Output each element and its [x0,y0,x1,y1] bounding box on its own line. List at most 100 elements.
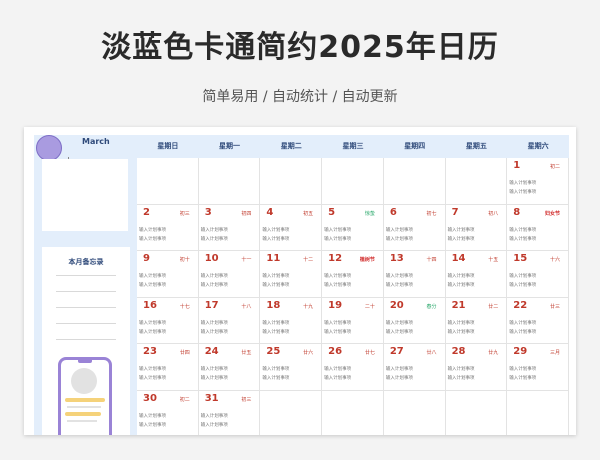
plan-entry[interactable]: 输入计划事项 [386,282,413,288]
plan-entry[interactable]: 输入计划事项 [139,413,166,419]
plan-entry[interactable]: 输入计划事项 [139,236,166,242]
day-cell[interactable]: 18 十九 输入计划事项 输入计划事项 [260,297,323,344]
plan-entry[interactable]: 输入计划事项 [324,273,351,279]
plan-entry[interactable]: 输入计划事项 [324,320,351,326]
plan-entry[interactable]: 输入计划事项 [139,227,166,233]
day-cell[interactable]: 14 十五 输入计划事项 输入计划事项 [445,251,508,298]
plan-entry[interactable]: 输入计划事项 [262,236,289,242]
plan-entry[interactable]: 输入计划事项 [262,320,289,326]
plan-entry[interactable]: 输入计划事项 [386,227,413,233]
plan-entry[interactable]: 输入计划事项 [509,282,536,288]
day-cell[interactable] [198,158,261,205]
plan-entry[interactable]: 输入计划事项 [324,227,351,233]
day-cell[interactable]: 13 十四 输入计划事项 输入计划事项 [383,251,446,298]
day-cell[interactable]: 11 十二 输入计划事项 输入计划事项 [260,251,323,298]
plan-entry[interactable]: 输入计划事项 [386,329,413,335]
plan-entry[interactable]: 输入计划事项 [448,375,475,381]
plan-entry[interactable]: 输入计划事项 [448,282,475,288]
day-cell[interactable] [322,158,384,205]
plan-entry[interactable]: 输入计划事项 [509,180,536,186]
plan-entry[interactable]: 输入计划事项 [509,236,536,242]
plan-entry[interactable]: 输入计划事项 [448,227,475,233]
day-cell[interactable]: 25 廿六 输入计划事项 输入计划事项 [260,344,323,391]
plan-entry[interactable]: 输入计划事项 [262,375,289,381]
plan-entry[interactable]: 输入计划事项 [139,366,166,372]
day-cell[interactable]: 31 初三 输入计划事项 输入计划事项 [198,390,261,435]
plan-entry[interactable]: 输入计划事项 [509,329,536,335]
plan-entry[interactable]: 输入计划事项 [201,366,228,372]
day-cell[interactable]: 12 植树节 输入计划事项 输入计划事项 [322,251,384,298]
plan-entry[interactable]: 输入计划事项 [448,366,475,372]
plan-entry[interactable]: 输入计划事项 [262,366,289,372]
day-cell[interactable]: 10 十一 输入计划事项 输入计划事项 [198,251,261,298]
day-cell[interactable] [260,390,323,435]
plan-entry[interactable]: 输入计划事项 [201,282,228,288]
day-cell[interactable] [322,390,384,435]
plan-entry[interactable]: 输入计划事项 [201,273,228,279]
day-cell[interactable]: 27 廿八 输入计划事项 输入计划事项 [383,344,446,391]
day-cell[interactable]: 17 十八 输入计划事项 输入计划事项 [198,297,261,344]
day-cell[interactable]: 3 初四 输入计划事项 输入计划事项 [198,204,261,251]
plan-entry[interactable]: 输入计划事项 [139,422,166,428]
day-cell[interactable]: 19 二十 输入计划事项 输入计划事项 [322,297,384,344]
day-cell[interactable]: 15 十六 输入计划事项 输入计划事项 [507,251,569,298]
plan-entry[interactable]: 输入计划事项 [262,282,289,288]
plan-entry[interactable]: 输入计划事项 [509,366,536,372]
day-cell[interactable] [507,390,569,435]
day-cell[interactable]: 24 廿五 输入计划事项 输入计划事项 [198,344,261,391]
plan-entry[interactable]: 输入计划事项 [509,273,536,279]
day-cell[interactable] [260,158,323,205]
day-cell[interactable]: 21 廿二 输入计划事项 输入计划事项 [445,297,508,344]
plan-entry[interactable]: 输入计划事项 [201,320,228,326]
day-cell[interactable]: 1 初二 输入计划事项 输入计划事项 [507,158,569,205]
day-cell[interactable] [383,158,446,205]
plan-entry[interactable]: 输入计划事项 [386,236,413,242]
day-cell[interactable]: 23 廿四 输入计划事项 输入计划事项 [137,344,199,391]
day-cell[interactable] [137,158,199,205]
plan-entry[interactable]: 输入计划事项 [262,227,289,233]
plan-entry[interactable]: 输入计划事项 [324,236,351,242]
plan-entry[interactable]: 输入计划事项 [201,329,228,335]
plan-entry[interactable]: 输入计划事项 [448,329,475,335]
day-cell[interactable]: 16 十七 输入计划事项 输入计划事项 [137,297,199,344]
plan-entry[interactable]: 输入计划事项 [509,189,536,195]
plan-entry[interactable]: 输入计划事项 [509,320,536,326]
day-cell[interactable] [383,390,446,435]
plan-entry[interactable]: 输入计划事项 [386,320,413,326]
plan-entry[interactable]: 输入计划事项 [448,236,475,242]
plan-entry[interactable]: 输入计划事项 [324,282,351,288]
plan-entry[interactable]: 输入计划事项 [139,320,166,326]
plan-entry[interactable]: 输入计划事项 [386,375,413,381]
day-cell[interactable]: 22 廿三 输入计划事项 输入计划事项 [507,297,569,344]
plan-entry[interactable]: 输入计划事项 [201,413,228,419]
plan-entry[interactable]: 输入计划事项 [201,422,228,428]
plan-entry[interactable]: 输入计划事项 [262,329,289,335]
plan-entry[interactable]: 输入计划事项 [139,375,166,381]
day-cell[interactable]: 2 初三 输入计划事项 输入计划事项 [137,204,199,251]
day-cell[interactable]: 6 初七 输入计划事项 输入计划事项 [383,204,446,251]
day-cell[interactable]: 20 春分 输入计划事项 输入计划事项 [383,297,446,344]
plan-entry[interactable]: 输入计划事项 [509,375,536,381]
plan-entry[interactable]: 输入计划事项 [262,273,289,279]
plan-entry[interactable]: 输入计划事项 [139,282,166,288]
day-cell[interactable]: 7 初八 输入计划事项 输入计划事项 [445,204,508,251]
day-cell[interactable]: 4 初五 输入计划事项 输入计划事项 [260,204,323,251]
plan-entry[interactable]: 输入计划事项 [509,227,536,233]
plan-entry[interactable]: 输入计划事项 [201,236,228,242]
plan-entry[interactable]: 输入计划事项 [324,329,351,335]
plan-entry[interactable]: 输入计划事项 [201,227,228,233]
plan-entry[interactable]: 输入计划事项 [324,366,351,372]
day-cell[interactable]: 8 妇女节 输入计划事项 输入计划事项 [507,204,569,251]
day-cell[interactable]: 26 廿七 输入计划事项 输入计划事项 [322,344,384,391]
day-cell[interactable] [445,390,508,435]
day-cell[interactable]: 30 初二 输入计划事项 输入计划事项 [137,390,199,435]
plan-entry[interactable]: 输入计划事项 [448,273,475,279]
day-cell[interactable]: 28 廿九 输入计划事项 输入计划事项 [445,344,508,391]
plan-entry[interactable]: 输入计划事项 [139,329,166,335]
plan-entry[interactable]: 输入计划事项 [386,273,413,279]
plan-entry[interactable]: 输入计划事项 [201,375,228,381]
day-cell[interactable]: 5 惊蛰 输入计划事项 输入计划事项 [322,204,384,251]
plan-entry[interactable]: 输入计划事项 [139,273,166,279]
day-cell[interactable]: 29 三月 输入计划事项 输入计划事项 [507,344,569,391]
plan-entry[interactable]: 输入计划事项 [386,366,413,372]
